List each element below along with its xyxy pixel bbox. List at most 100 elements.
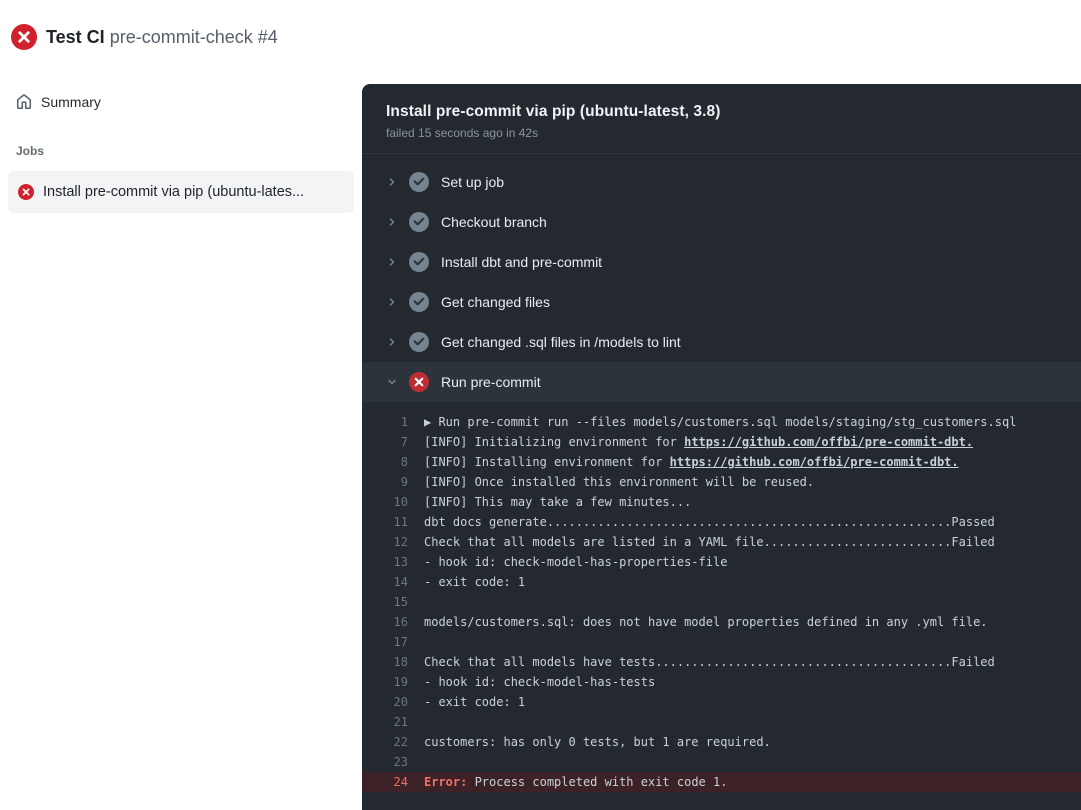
log-text: models/customers.sql: does not have mode… <box>424 615 988 629</box>
log-text: - hook id: check-model-has-properties-fi… <box>424 555 727 569</box>
sidebar-item-summary[interactable]: Summary <box>0 84 362 120</box>
log-line-number[interactable]: 19 <box>362 672 424 692</box>
chevron-right-icon <box>386 216 398 228</box>
log-text: - exit code: 1 <box>424 695 525 709</box>
log-line-text: - hook id: check-model-has-tests <box>424 672 655 692</box>
step-label: Get changed .sql files in /models to lin… <box>441 334 681 350</box>
log-line-number[interactable]: 20 <box>362 692 424 712</box>
log-line-number[interactable]: 12 <box>362 532 424 552</box>
chevron-right-icon <box>386 176 398 188</box>
log-line: 19- hook id: check-model-has-tests <box>362 672 1081 692</box>
step-label: Get changed files <box>441 294 550 310</box>
log-text: - exit code: 1 <box>424 575 525 589</box>
step-get-changed-files[interactable]: Get changed files <box>362 282 1081 322</box>
step-run-pre-commit[interactable]: Run pre-commit <box>362 362 1081 402</box>
check-circle-icon <box>409 332 429 352</box>
step-checkout-branch[interactable]: Checkout branch <box>362 202 1081 242</box>
play-icon: ▶ <box>424 415 438 429</box>
log-line: 15 <box>362 592 1081 612</box>
run-header: Test CI pre-commit-check #4 <box>11 24 278 50</box>
job-title: Install pre-commit via pip (ubuntu-lates… <box>386 103 1057 121</box>
log-line-number[interactable]: 8 <box>362 452 424 472</box>
log-text: Check that all models are listed in a YA… <box>424 535 995 549</box>
step-set-up-job[interactable]: Set up job <box>362 162 1081 202</box>
log-text: [INFO] This may take a few minutes... <box>424 495 691 509</box>
log-line-text: [INFO] Initializing environment for http… <box>424 432 973 452</box>
step-get-changed-sql-files-in-models-to-lint[interactable]: Get changed .sql files in /models to lin… <box>362 322 1081 362</box>
log-line-text: customers: has only 0 tests, but 1 are r… <box>424 732 771 752</box>
step-label: Checkout branch <box>441 214 547 230</box>
log-line: 12Check that all models are listed in a … <box>362 532 1081 552</box>
log-line: 8[INFO] Installing environment for https… <box>362 452 1081 472</box>
log-line: 13- hook id: check-model-has-properties-… <box>362 552 1081 572</box>
step-label: Set up job <box>441 174 504 190</box>
log-text: [INFO] Once installed this environment w… <box>424 475 814 489</box>
log-line: 17 <box>362 632 1081 652</box>
home-icon <box>16 94 32 110</box>
log-line-text: ▶ Run pre-commit run --files models/cust… <box>424 412 1016 432</box>
x-circle-icon <box>409 372 429 392</box>
run-name: pre-commit-check #4 <box>110 27 278 47</box>
log-line: 24Error: Process completed with exit cod… <box>362 772 1081 792</box>
log-line-number[interactable]: 21 <box>362 712 424 732</box>
log-line-text: dbt docs generate.......................… <box>424 512 995 532</box>
log-line-text: - exit code: 1 <box>424 692 525 712</box>
check-circle-icon <box>409 212 429 232</box>
check-circle-icon <box>409 172 429 192</box>
jobs-section-header: Jobs <box>0 144 362 158</box>
sidebar-job-item[interactable]: Install pre-commit via pip (ubuntu-lates… <box>8 171 354 213</box>
log-line: 22customers: has only 0 tests, but 1 are… <box>362 732 1081 752</box>
error-label: Error: <box>424 775 475 789</box>
log-line-number[interactable]: 9 <box>362 472 424 492</box>
log-line-number[interactable]: 16 <box>362 612 424 632</box>
log-text: dbt docs generate.......................… <box>424 515 995 529</box>
log-line: 11dbt docs generate.....................… <box>362 512 1081 532</box>
log-text: Check that all models have tests........… <box>424 655 995 669</box>
log-line-number[interactable]: 7 <box>362 432 424 452</box>
job-status-subtitle: failed 15 seconds ago in 42s <box>386 126 1057 140</box>
log-line-number[interactable]: 10 <box>362 492 424 512</box>
log-line-number[interactable]: 15 <box>362 592 424 612</box>
chevron-right-icon <box>386 256 398 268</box>
log-line-number[interactable]: 22 <box>362 732 424 752</box>
log-line: 14- exit code: 1 <box>362 572 1081 592</box>
chevron-down-icon <box>386 376 398 388</box>
log-text: Process completed with exit code 1. <box>475 775 728 789</box>
log-url-link[interactable]: https://github.com/offbi/pre-commit-dbt. <box>684 435 973 449</box>
log-line-text: Check that all models are listed in a YA… <box>424 532 995 552</box>
run-title: Test CI pre-commit-check #4 <box>46 24 278 50</box>
log-line: 20- exit code: 1 <box>362 692 1081 712</box>
job-header: Install pre-commit via pip (ubuntu-lates… <box>362 84 1081 154</box>
step-label: Run pre-commit <box>441 374 541 390</box>
log-line: 21 <box>362 712 1081 732</box>
log-line-number[interactable]: 18 <box>362 652 424 672</box>
log-line: 1▶ Run pre-commit run --files models/cus… <box>362 412 1081 432</box>
step-label: Install dbt and pre-commit <box>441 254 602 270</box>
steps-list: Set up job Checkout branch Install dbt a… <box>362 154 1081 402</box>
check-circle-icon <box>409 252 429 272</box>
log-output: 1▶ Run pre-commit run --files models/cus… <box>362 402 1081 792</box>
log-text: [INFO] Initializing environment for <box>424 435 684 449</box>
log-line: 7[INFO] Initializing environment for htt… <box>362 432 1081 452</box>
log-line-text: Error: Process completed with exit code … <box>424 772 727 792</box>
workflow-name: Test CI <box>46 27 105 47</box>
sidebar-job-label: Install pre-commit via pip (ubuntu-lates… <box>43 184 304 200</box>
chevron-right-icon <box>386 296 398 308</box>
log-line: 9[INFO] Once installed this environment … <box>362 472 1081 492</box>
log-text: [INFO] Installing environment for <box>424 455 670 469</box>
sidebar: Summary Jobs Install pre-commit via pip … <box>0 84 362 810</box>
log-line: 10[INFO] This may take a few minutes... <box>362 492 1081 512</box>
log-line-number[interactable]: 1 <box>362 412 424 432</box>
log-line-text: [INFO] Installing environment for https:… <box>424 452 959 472</box>
log-text: Run pre-commit run --files models/custom… <box>438 415 1016 429</box>
log-line-number[interactable]: 24 <box>362 772 424 792</box>
log-line-number[interactable]: 17 <box>362 632 424 652</box>
step-install-dbt-and-pre-commit[interactable]: Install dbt and pre-commit <box>362 242 1081 282</box>
log-line: 16models/customers.sql: does not have mo… <box>362 612 1081 632</box>
log-line-number[interactable]: 23 <box>362 752 424 772</box>
log-line-number[interactable]: 13 <box>362 552 424 572</box>
sidebar-summary-label: Summary <box>41 94 101 110</box>
log-line-number[interactable]: 11 <box>362 512 424 532</box>
log-line-number[interactable]: 14 <box>362 572 424 592</box>
log-url-link[interactable]: https://github.com/offbi/pre-commit-dbt. <box>670 455 959 469</box>
